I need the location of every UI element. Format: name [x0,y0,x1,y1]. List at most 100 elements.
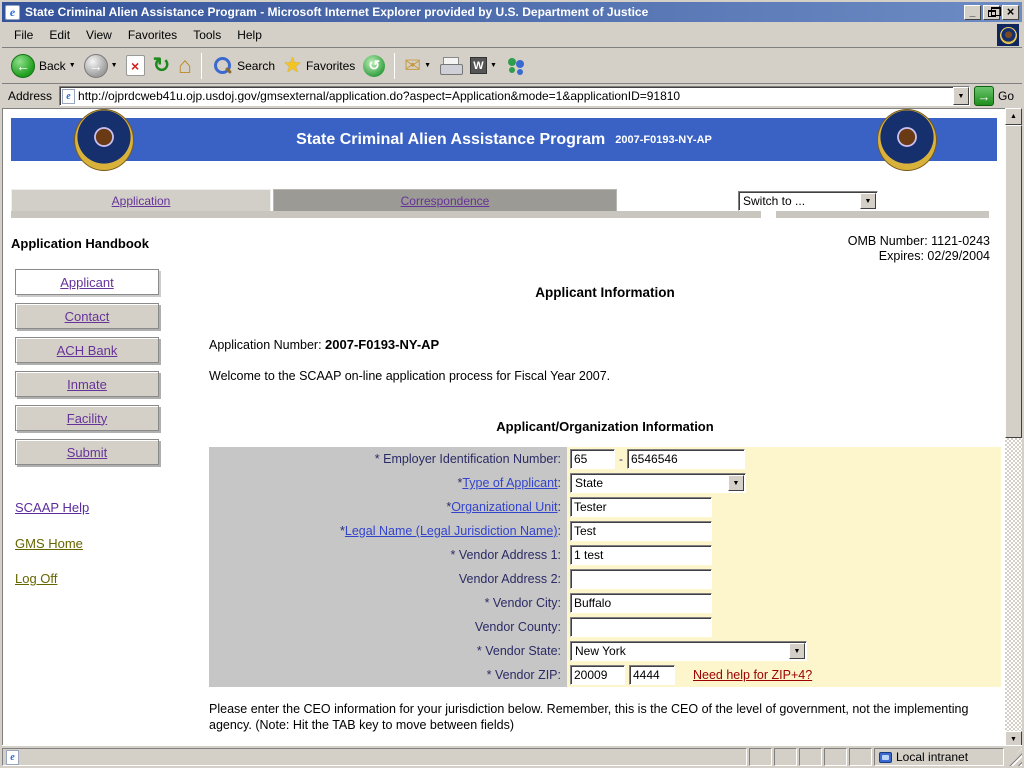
minimize-button[interactable] [964,5,981,20]
menu-favorites[interactable]: Favorites [120,24,185,46]
type-of-applicant-link[interactable]: Type of Applicant [462,476,557,490]
tab-application[interactable]: Application [11,189,271,211]
legal-name-field[interactable] [570,521,712,541]
form-row-vendor-zip: * Vendor ZIP: Need help for ZIP+4? [209,663,1001,687]
scroll-up-button[interactable] [1005,108,1022,125]
address-field[interactable] [59,86,970,106]
edit-in-word-button[interactable] [466,51,501,81]
sidebar-item-ach-bank[interactable]: ACH Bank [15,337,159,363]
doj-brand-icon [997,24,1019,46]
switch-to-value: Switch to ... [743,194,805,208]
type-of-applicant-select[interactable]: State [570,473,746,493]
organizational-unit-field[interactable] [570,497,712,517]
sidebar-item-label: Applicant [60,275,113,290]
address-dropdown-icon[interactable] [953,87,969,105]
menu-help[interactable]: Help [229,24,270,46]
organizational-unit-label: *Organizational Unit: [209,495,567,519]
stop-button[interactable] [122,51,149,81]
vendor-zip-plus4-field[interactable] [629,665,675,685]
vendor-address-2-field[interactable] [570,569,712,589]
back-button[interactable]: Back [7,51,80,81]
history-button[interactable] [359,51,389,81]
menu-view[interactable]: View [78,24,120,46]
sidebar-item-label: Facility [67,411,107,426]
history-icon [363,55,385,77]
chevron-down-icon[interactable] [860,193,876,209]
chevron-down-icon[interactable] [728,475,744,491]
tab-correspondence[interactable]: Correspondence [273,189,617,211]
organizational-unit-link[interactable]: Organizational Unit [451,500,557,514]
sidebar-item-inmate[interactable]: Inmate [15,371,159,397]
vendor-state-label: * Vendor State: [209,639,567,663]
document-icon [6,750,19,765]
tab-correspondence-label[interactable]: Correspondence [401,194,490,208]
sidebar-item-label: Submit [67,445,107,460]
go-button[interactable]: Go [974,86,1019,106]
chevron-down-icon[interactable] [789,643,805,659]
print-button[interactable] [435,51,466,81]
form-row-ein: * Employer Identification Number: - [209,447,1001,471]
back-dropdown-icon[interactable] [69,62,76,69]
form-row-organizational-unit: *Organizational Unit: [209,495,1001,519]
vendor-address-1-field[interactable] [570,545,712,565]
sidebar-item-applicant[interactable]: Applicant [15,269,159,295]
search-label: Search [237,59,275,73]
zip-help-link[interactable]: Need help for ZIP+4? [693,668,812,682]
sidebar-item-submit[interactable]: Submit [15,439,159,465]
menu-file[interactable]: File [6,24,41,46]
restore-button[interactable] [983,5,1000,20]
welcome-text: Welcome to the SCAAP on-line application… [209,369,610,383]
label-colon: : [558,524,561,538]
address-input[interactable] [78,88,953,104]
ein-suffix-field[interactable] [627,449,745,469]
legal-name-label: *Legal Name (Legal Jurisdiction Name): [209,519,567,543]
back-icon [11,54,35,78]
status-bar: Local intranet [2,745,1022,766]
sidebar-item-facility[interactable]: Facility [15,405,159,431]
home-button[interactable] [174,51,196,81]
legal-name-link[interactable]: Legal Name (Legal Jurisdiction Name) [345,524,558,538]
mail-icon [404,53,421,78]
mail-button[interactable] [400,51,435,81]
vertical-scrollbar[interactable] [1005,108,1022,748]
menu-edit[interactable]: Edit [41,24,78,46]
status-panel [749,748,772,766]
gms-home-link[interactable]: GMS Home [15,536,83,551]
type-of-applicant-value: State [575,476,603,490]
forward-dropdown-icon[interactable] [111,62,118,69]
application-number-label: Application Number: [209,338,322,352]
messenger-button[interactable] [501,51,533,81]
ein-prefix-field[interactable] [570,449,615,469]
sidebar-item-label: Inmate [67,377,107,392]
vendor-county-label: Vendor County: [209,615,567,639]
tab-application-label[interactable]: Application [112,194,171,208]
menu-bar: File Edit View Favorites Tools Help [2,22,1022,48]
vendor-zip-field[interactable] [570,665,625,685]
switch-to-dropdown[interactable]: Switch to ... [738,191,878,211]
status-panel [824,748,847,766]
messenger-icon [505,55,529,77]
edit-dropdown-icon[interactable] [490,62,497,69]
resize-grip[interactable] [1006,748,1022,766]
scrollbar-thumb[interactable] [1005,125,1022,438]
vendor-state-select[interactable]: New York [570,641,807,661]
refresh-button[interactable] [149,51,175,81]
vendor-city-field[interactable] [570,593,712,613]
log-off-link[interactable]: Log Off [15,571,57,586]
forward-button[interactable] [80,51,122,81]
omb-block: OMB Number: 1121-0243 Expires: 02/29/200… [848,234,990,264]
doj-seal-icon [1000,27,1017,44]
applicant-form: * Employer Identification Number: - *Typ… [209,447,1001,687]
scaap-help-link[interactable]: SCAAP Help [15,500,89,515]
home-icon [178,52,192,79]
menu-tools[interactable]: Tools [185,24,229,46]
vendor-county-field[interactable] [570,617,712,637]
security-zone-label: Local intranet [896,750,968,764]
sidebar-item-contact[interactable]: Contact [15,303,159,329]
close-button[interactable] [1002,5,1019,20]
vendor-zip-label: * Vendor ZIP: [209,663,567,687]
mail-dropdown-icon[interactable] [424,62,431,69]
search-button[interactable]: Search [207,51,279,81]
favorites-button[interactable]: Favorites [279,51,359,81]
page-viewport: State Criminal Alien Assistance Program … [2,108,1005,748]
